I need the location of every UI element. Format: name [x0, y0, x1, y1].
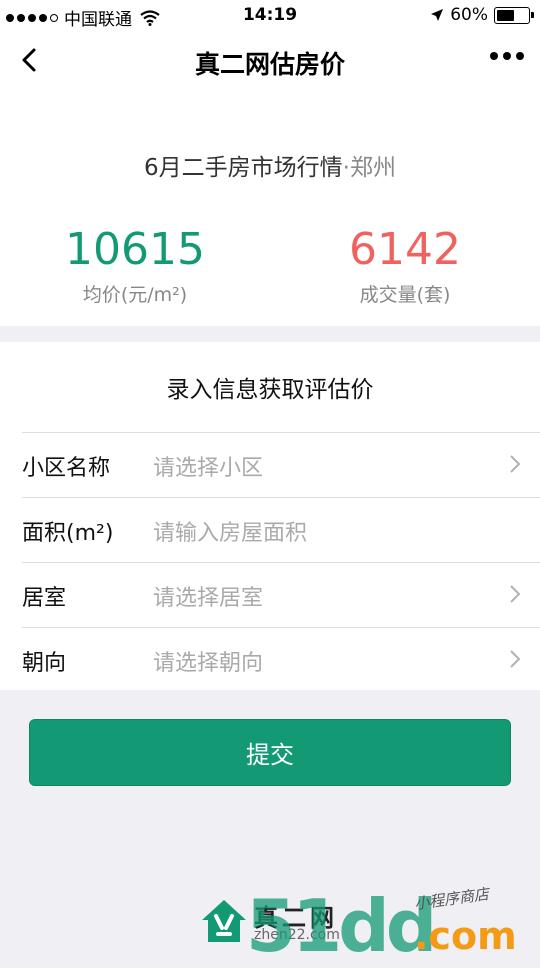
market-title: 6月二手房市场行情·郑州 [0, 148, 540, 182]
more-button[interactable] [490, 52, 524, 60]
nav-bar: 真二网估房价 [0, 30, 540, 90]
watermark-digits: 51dd [246, 884, 437, 968]
volume-value: 6142 [349, 224, 461, 275]
divider [22, 627, 540, 628]
field-orientation[interactable]: 朝向 请选择朝向 [0, 627, 540, 691]
divider [22, 497, 540, 498]
divider [22, 432, 540, 433]
battery-icon [494, 6, 534, 24]
city-label: 郑州 [349, 155, 396, 181]
market-section: 6月二手房市场行情·郑州 10615 均价(元/m²) 6142 成交量(套) [0, 90, 540, 326]
more-dots-icon [490, 52, 498, 60]
field-area[interactable]: 面积(m²) 请输入房屋面积 [0, 497, 540, 561]
volume-label: 成交量(套) [359, 284, 451, 306]
rooms-select[interactable]: 请选择居室 [153, 580, 263, 612]
battery-percent: 60% [450, 5, 488, 25]
page-title: 真二网估房价 [194, 50, 345, 79]
field-community[interactable]: 小区名称 请选择小区 [0, 432, 540, 496]
field-rooms[interactable]: 居室 请选择居室 [0, 562, 540, 626]
submit-button[interactable]: 提交 [29, 719, 511, 786]
market-title-text: 6月二手房市场行情 [144, 155, 343, 181]
chevron-right-icon [510, 650, 521, 668]
chevron-right-icon [510, 585, 521, 603]
status-bar: 中国联通 14:19 60% [0, 0, 540, 30]
field-label: 居室 [22, 586, 67, 611]
avg-price-stat: 10615 均价(元/m²) [0, 226, 270, 307]
community-select[interactable]: 请选择小区 [153, 450, 263, 482]
volume-stat: 6142 成交量(套) [270, 226, 540, 307]
divider [22, 562, 540, 563]
watermark-suffix: .com [414, 914, 517, 958]
avg-price-value: 10615 [65, 224, 205, 275]
chevron-right-icon [510, 455, 521, 473]
field-label: 小区名称 [22, 456, 111, 481]
market-separator: · [342, 155, 350, 181]
form-title: 录入信息获取评估价 [166, 377, 374, 403]
avg-price-label: 均价(元/m²) [82, 284, 188, 306]
orientation-select[interactable]: 请选择朝向 [153, 645, 263, 677]
valuation-form: 录入信息获取评估价 小区名称 请选择小区 面积(m²) 请输入房屋面积 居室 请… [0, 342, 540, 690]
location-arrow-icon [431, 9, 444, 21]
field-label: 面积(m²) [22, 521, 114, 546]
watermark: 51dd 小程序商店 .com [236, 880, 540, 968]
area-input[interactable]: 请输入房屋面积 [153, 515, 307, 547]
status-right: 60% [430, 5, 534, 25]
field-label: 朝向 [22, 651, 67, 676]
